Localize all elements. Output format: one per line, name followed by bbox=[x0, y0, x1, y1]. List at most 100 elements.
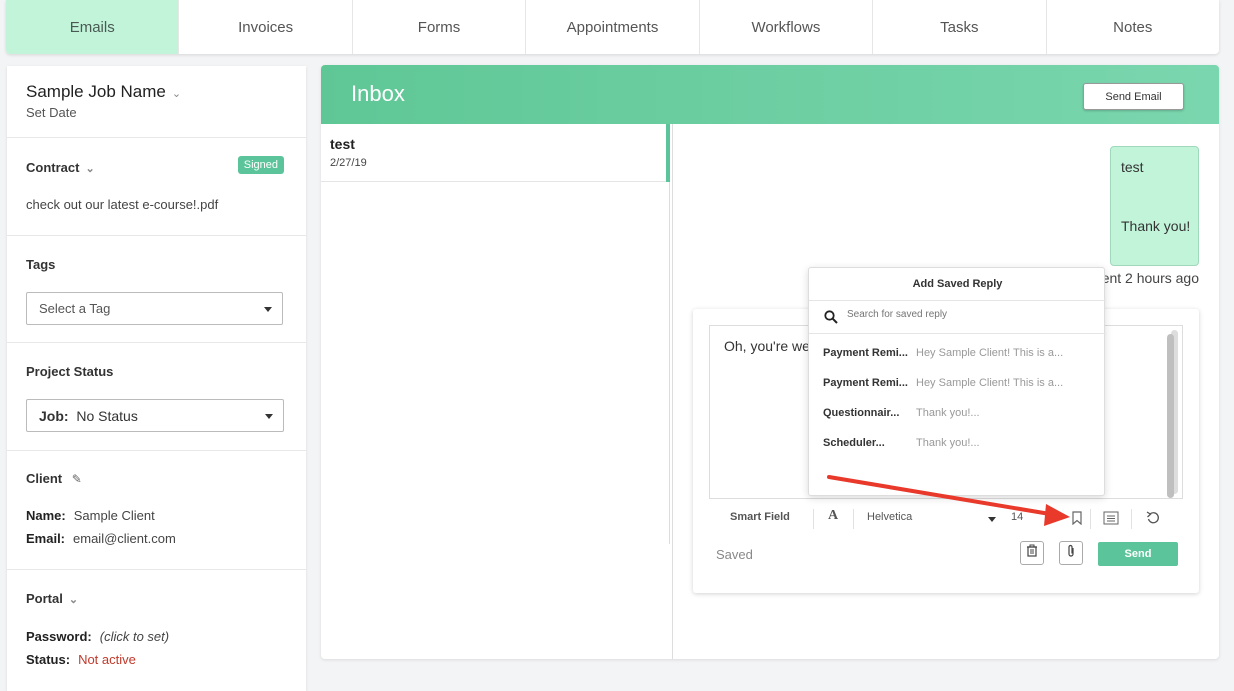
send-button[interactable]: Send bbox=[1098, 542, 1178, 566]
tab-notes[interactable]: Notes bbox=[1047, 0, 1219, 54]
search-icon bbox=[824, 310, 838, 329]
contract-toggle[interactable]: Contract ⌄ bbox=[26, 160, 95, 175]
caret-down-icon bbox=[265, 414, 273, 419]
saved-reply-search-input[interactable] bbox=[847, 309, 1087, 320]
chevron-down-icon: ⌄ bbox=[171, 88, 182, 100]
portal-section: Portal ⌄ Password: (click to set) Status: N… bbox=[7, 570, 306, 691]
contract-section: Contract ⌄ check out our latest e-course!… bbox=[7, 138, 306, 236]
client-email-label: Email: bbox=[26, 531, 66, 546]
inbox-title: Inbox bbox=[351, 81, 405, 106]
thread-subject: test bbox=[330, 136, 355, 152]
saved-reply-name: Questionnair... bbox=[823, 407, 900, 419]
tab-emails[interactable]: Emails bbox=[6, 0, 180, 54]
caret-down-icon[interactable] bbox=[988, 517, 996, 522]
selected-indicator bbox=[666, 124, 670, 182]
saved-reply-name: Payment Remi... bbox=[823, 347, 908, 359]
undo-icon[interactable] bbox=[1146, 511, 1160, 530]
toolbar-divider bbox=[1131, 509, 1132, 529]
client-name-label: Name: bbox=[26, 508, 66, 523]
client-title: Client bbox=[26, 471, 63, 486]
portal-status-row: Status: Not active bbox=[26, 652, 136, 667]
tags-title: Tags bbox=[26, 257, 56, 272]
pencil-edit-icon[interactable]: ✎ bbox=[72, 472, 82, 486]
portal-status-label: Status: bbox=[26, 652, 71, 667]
tab-appointments[interactable]: Appointments bbox=[526, 0, 700, 54]
tab-tasks[interactable]: Tasks bbox=[873, 0, 1047, 54]
font-family-select[interactable]: Helvetica bbox=[867, 511, 912, 523]
chevron-down-icon: ⌄ bbox=[85, 163, 95, 175]
password-label: Password: bbox=[26, 629, 92, 644]
saved-reply-preview: Thank you!... bbox=[916, 407, 980, 419]
saved-reply-name: Payment Remi... bbox=[823, 377, 908, 389]
message-bubble: test Thank you! bbox=[1110, 146, 1199, 266]
font-family-value: Helvetica bbox=[867, 511, 913, 523]
bookmark-saved-reply-icon[interactable] bbox=[1071, 511, 1083, 530]
message-line: test bbox=[1121, 159, 1144, 175]
caret-down-icon bbox=[264, 307, 272, 312]
job-name-dropdown[interactable]: Sample Job Name ⌄ bbox=[26, 82, 181, 102]
saved-reply-popover: Add Saved Reply Payment Remi... Hey Samp… bbox=[808, 267, 1106, 496]
trash-icon bbox=[1026, 544, 1038, 562]
client-name-row: Name: Sample Client bbox=[26, 508, 155, 523]
popover-title: Add Saved Reply bbox=[912, 278, 1003, 290]
job-sidebar: Sample Job Name ⌄ Set Date Contract ⌄ chec… bbox=[7, 66, 306, 691]
client-section: Client ✎ Name: Sample Client Email: email@… bbox=[7, 451, 306, 570]
inbox-header: Inbox Send Email bbox=[321, 65, 1219, 124]
contract-title: Contract bbox=[26, 160, 80, 175]
job-section: Sample Job Name ⌄ Set Date bbox=[7, 66, 306, 138]
template-icon[interactable] bbox=[1103, 511, 1119, 530]
pane-divider bbox=[672, 124, 673, 659]
contract-file-link[interactable]: check out our latest e-course!.pdf bbox=[26, 197, 218, 212]
scroll-thumb[interactable] bbox=[1167, 334, 1174, 498]
text-format-icon[interactable]: A bbox=[828, 508, 838, 524]
toolbar-divider bbox=[853, 509, 854, 529]
client-title-row: Client ✎ bbox=[26, 471, 82, 486]
project-status-title: Project Status bbox=[26, 364, 114, 379]
editor-text: Oh, you're we bbox=[724, 338, 810, 354]
client-name: Sample Client bbox=[73, 508, 155, 523]
saved-reply-item[interactable]: Payment Remi... Hey Sample Client! This … bbox=[823, 373, 1093, 395]
job-status-select[interactable]: Job: No Status bbox=[26, 399, 284, 432]
trash-button[interactable] bbox=[1020, 541, 1044, 565]
job-name: Sample Job Name bbox=[26, 82, 166, 101]
job-status-value: No Status bbox=[76, 407, 138, 424]
attach-button[interactable] bbox=[1059, 541, 1083, 565]
client-email: email@client.com bbox=[73, 531, 176, 546]
job-status-label: Job: bbox=[39, 407, 69, 424]
saved-reply-item[interactable]: Questionnair... Thank you!... bbox=[823, 403, 1093, 425]
portal-password-row: Password: (click to set) bbox=[26, 629, 169, 644]
message-line: Thank you! bbox=[1121, 218, 1191, 234]
portal-title: Portal bbox=[26, 591, 63, 606]
tag-select-placeholder: Select a Tag bbox=[39, 301, 111, 316]
saved-reply-item[interactable]: Payment Remi... Hey Sample Client! This … bbox=[823, 343, 1093, 365]
thread-list: test 2/27/19 bbox=[321, 124, 670, 544]
chevron-down-icon: ⌄ bbox=[68, 594, 79, 606]
saved-reply-item[interactable]: Scheduler... Thank you!... bbox=[823, 433, 1093, 455]
portal-status-value: Not active bbox=[78, 652, 136, 667]
client-email-row: Email: email@client.com bbox=[26, 531, 176, 546]
tab-forms[interactable]: Forms bbox=[353, 0, 527, 54]
set-date-link[interactable]: Set Date bbox=[26, 105, 77, 120]
saved-status: Saved bbox=[716, 547, 753, 562]
portal-toggle[interactable]: Portal ⌄ bbox=[26, 591, 78, 606]
smart-field-button[interactable]: Smart Field bbox=[730, 511, 790, 523]
sent-timestamp: ent 2 hours ago bbox=[1101, 270, 1199, 286]
thread-item[interactable]: test 2/27/19 bbox=[321, 124, 670, 182]
toolbar-divider bbox=[813, 509, 814, 529]
thread-date: 2/27/19 bbox=[330, 157, 367, 169]
tab-invoices[interactable]: Invoices bbox=[179, 0, 353, 54]
tag-select[interactable]: Select a Tag bbox=[26, 292, 283, 325]
password-set-link[interactable]: (click to set) bbox=[100, 629, 169, 644]
paperclip-icon bbox=[1066, 544, 1076, 563]
tags-section: Tags Select a Tag bbox=[7, 236, 306, 343]
saved-reply-name: Scheduler... bbox=[823, 437, 885, 449]
saved-reply-search bbox=[809, 300, 1106, 334]
saved-reply-preview: Thank you!... bbox=[916, 437, 980, 449]
font-size-input[interactable]: 14 bbox=[1011, 511, 1023, 523]
toolbar-divider bbox=[1090, 509, 1091, 529]
signed-badge: Signed bbox=[237, 156, 284, 174]
send-email-button[interactable]: Send Email bbox=[1083, 83, 1184, 110]
editor-scrollbar[interactable] bbox=[1167, 330, 1178, 498]
tab-workflows[interactable]: Workflows bbox=[700, 0, 874, 54]
top-tab-bar: Emails Invoices Forms Appointments Workf… bbox=[6, 0, 1219, 54]
